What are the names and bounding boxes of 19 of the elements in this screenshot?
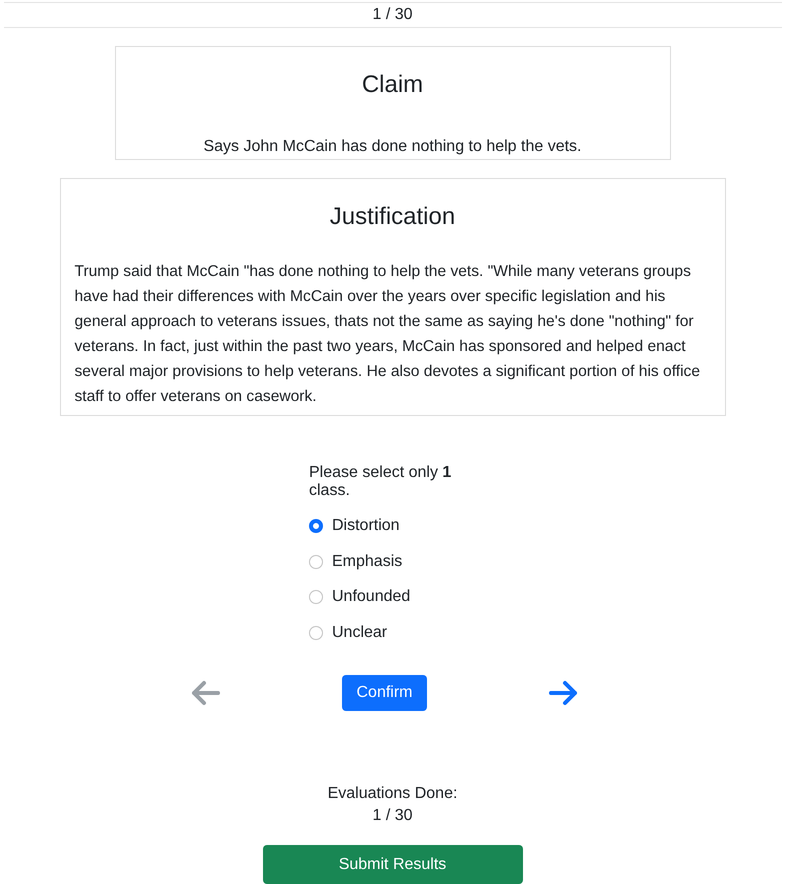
instruction-text: Please select only 1 class. xyxy=(309,464,452,500)
evaluations-count: 1 / 30 xyxy=(372,807,412,826)
justification-text: Trump said that McCain "has done nothing to help the vets. "While many veterans groups have had their differences with McCain over the years over specific legislation and his general approach to veterans issues, thats not the same as saying he's done "nothing" for veterans. In fact, just within the past two years, McCain has sponsored and helped enact several major provisions to help veterans. He also devotes a significant portion of his office staff to offer veterans on casework. xyxy=(74,262,702,407)
radio-button[interactable] xyxy=(309,554,323,569)
claim-title: Claim xyxy=(362,70,424,99)
justification-title: Justification xyxy=(330,203,456,231)
evaluations-label: Evaluations Done: xyxy=(328,785,458,804)
claim-text: Says John McCain has done nothing to help the vets. xyxy=(203,138,582,156)
option-label[interactable]: Emphasis xyxy=(332,552,402,571)
option-label[interactable]: Unclear xyxy=(332,624,388,642)
radio-button[interactable] xyxy=(309,590,323,604)
submit-button[interactable]: Submit Results xyxy=(262,845,522,884)
option-label[interactable]: Unfounded xyxy=(332,588,410,606)
page-counter: 1 / 30 xyxy=(372,6,413,24)
radio-button[interactable] xyxy=(309,626,323,640)
radio-button[interactable] xyxy=(309,519,323,534)
forward-arrow-icon[interactable] xyxy=(549,680,580,706)
confirm-button[interactable]: Confirm xyxy=(342,675,426,712)
option-label[interactable]: Distortion xyxy=(332,517,400,536)
